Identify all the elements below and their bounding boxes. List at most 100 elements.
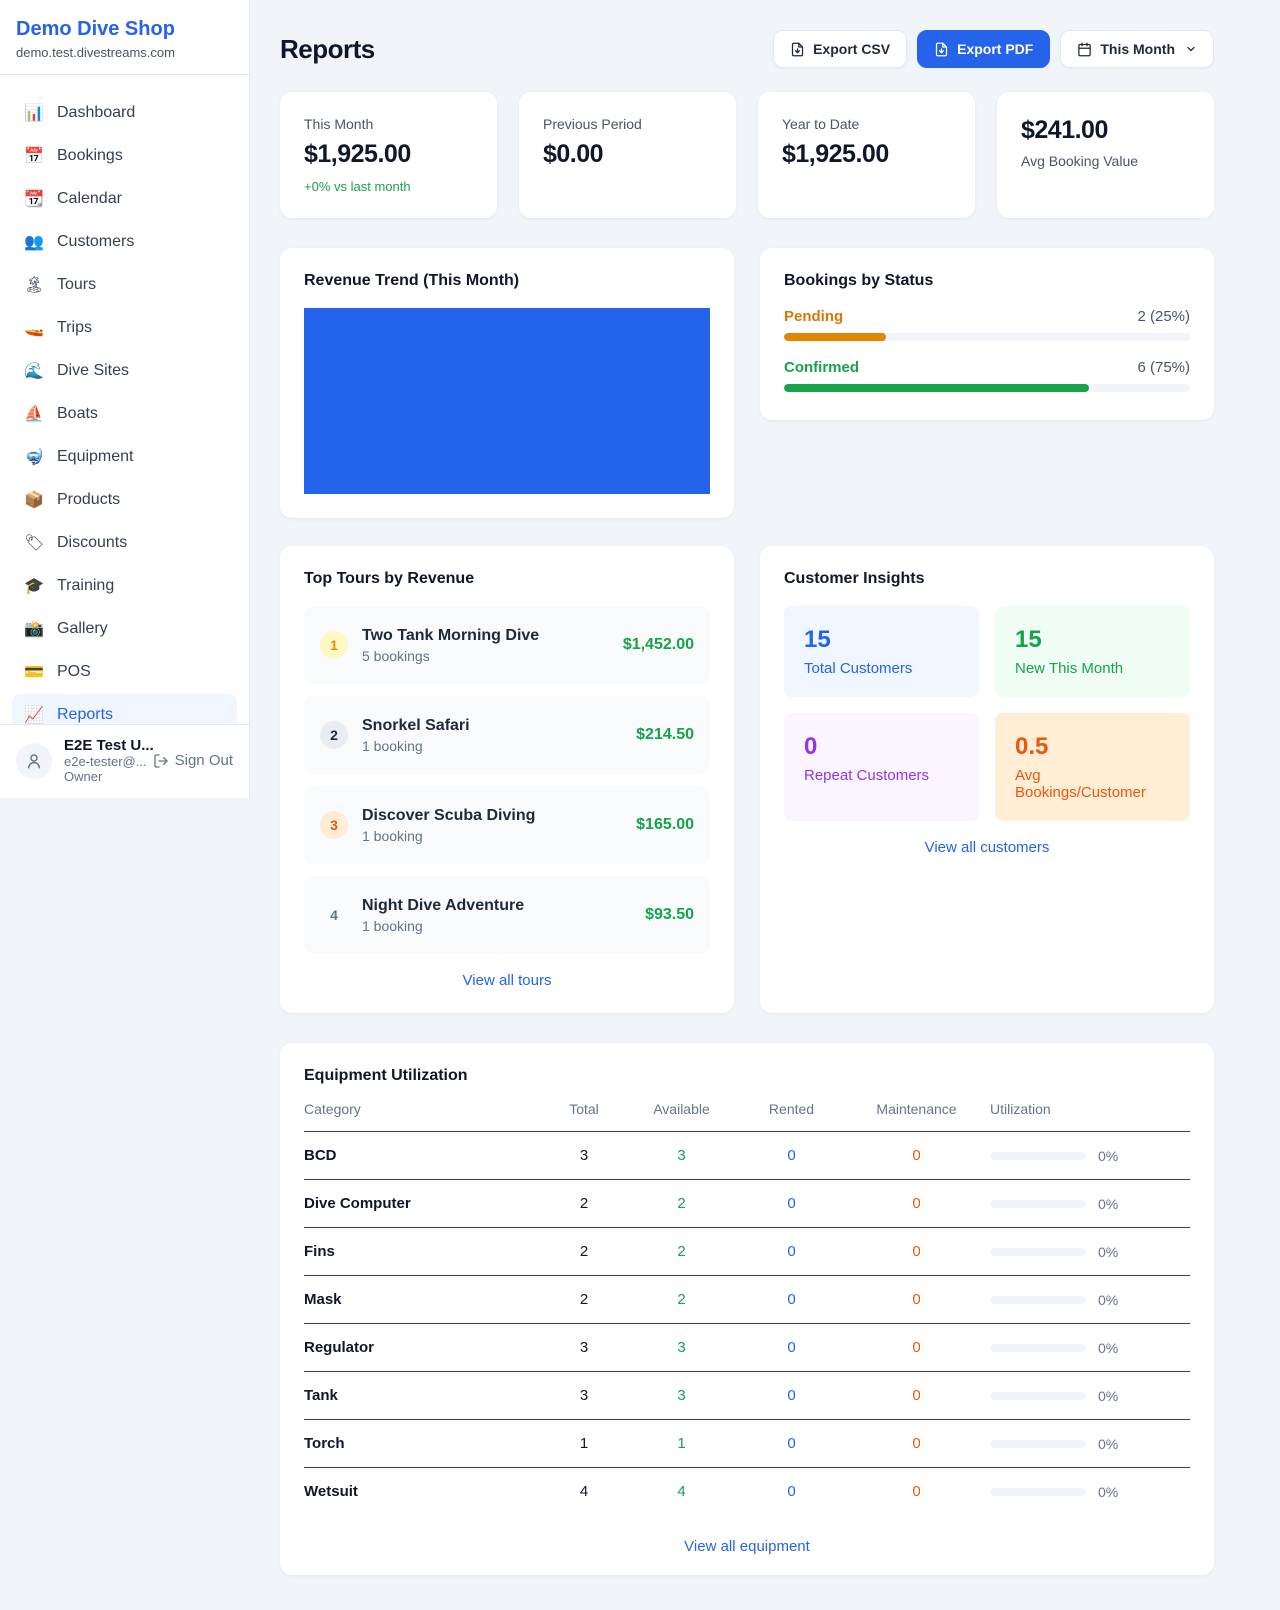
sidebar-item-label: Discounts — [57, 534, 127, 552]
stat-value: $241.00 — [1021, 116, 1190, 145]
cell-category: Wetsuit — [304, 1468, 539, 1516]
cell-available: 3 — [629, 1324, 734, 1372]
table-row: Regulator 3 3 0 0 0% — [304, 1324, 1190, 1372]
view-all-tours-link[interactable]: View all tours — [304, 972, 710, 989]
equipment-table: Category Total Available Rented Maintena… — [304, 1091, 1190, 1516]
cell-available: 3 — [629, 1132, 734, 1180]
list-item[interactable]: 2 Snorkel Safari 1 booking $214.50 — [304, 696, 710, 774]
bookings-by-status-title: Bookings by Status — [784, 272, 1190, 290]
tour-name: Discover Scuba Diving — [362, 807, 622, 825]
sidebar-item-equipment[interactable]: 🤿Equipment — [12, 436, 237, 478]
insight-label: Avg Bookings/Customer — [1015, 767, 1170, 801]
sidebar-item-calendar[interactable]: 📆Calendar — [12, 178, 237, 220]
utilization-bar — [990, 1344, 1086, 1352]
sidebar-item-gallery[interactable]: 📸Gallery — [12, 608, 237, 650]
col-header-total: Total — [539, 1091, 629, 1132]
sidebar-item-label: Boats — [57, 405, 98, 423]
revenue-trend-card: Revenue Trend (This Month) — [280, 248, 734, 518]
cell-rented: 0 — [734, 1420, 849, 1468]
rank-badge: 3 — [320, 811, 348, 839]
cell-available: 1 — [629, 1420, 734, 1468]
bookings-by-status-card: Bookings by Status Pending 2 (25%) Confi… — [760, 248, 1214, 420]
rank-badge: 1 — [320, 631, 348, 659]
sidebar-item-dashboard[interactable]: 📊Dashboard — [12, 92, 237, 134]
period-dropdown[interactable]: This Month — [1060, 30, 1214, 68]
sidebar-item-tours[interactable]: 🏝 Tours — [12, 264, 237, 306]
sidebar-item-label: Bookings — [57, 147, 123, 165]
calendar-icon — [1077, 42, 1092, 57]
sidebar-item-label: Customers — [57, 233, 134, 251]
cell-category: BCD — [304, 1132, 539, 1180]
sailboat-icon: ⛵ — [24, 404, 44, 424]
view-all-customers-link[interactable]: View all customers — [784, 839, 1190, 856]
sidebar-item-boats[interactable]: ⛵ Boats — [12, 393, 237, 435]
cell-maintenance: 0 — [849, 1276, 984, 1324]
tour-revenue: $165.00 — [636, 816, 694, 834]
utilization-bar — [990, 1488, 1086, 1496]
status-row-confirmed: Confirmed 6 (75%) — [784, 359, 1190, 392]
speedboat-icon: 🚤 — [24, 318, 44, 338]
tour-bookings: 5 bookings — [362, 648, 609, 664]
rank-badge: 2 — [320, 721, 348, 749]
list-item[interactable]: 3 Discover Scuba Diving 1 booking $165.0… — [304, 786, 710, 864]
col-header-utilization: Utilization — [984, 1091, 1190, 1132]
list-item[interactable]: 4 Night Dive Adventure 1 booking $93.50 — [304, 876, 710, 954]
insight-total-customers: 15 Total Customers — [784, 606, 979, 697]
cell-total: 4 — [539, 1468, 629, 1516]
cell-total: 2 — [539, 1228, 629, 1276]
insight-value: 15 — [1015, 626, 1170, 654]
brand-name[interactable]: Demo Dive Shop — [16, 16, 233, 42]
user-panel: E2E Test U... e2e-tester@... Owner Sign … — [0, 724, 249, 798]
table-row: BCD 3 3 0 0 0% — [304, 1132, 1190, 1180]
cell-rented: 0 — [734, 1132, 849, 1180]
sidebar-item-reports[interactable]: 📈Reports — [12, 694, 237, 724]
equipment-utilization-card: Equipment Utilization Category Total Ava… — [280, 1043, 1214, 1575]
insight-avg-bookings: 0.5 Avg Bookings/Customer — [995, 713, 1190, 821]
dashboard-icon: 📊 — [24, 103, 44, 123]
camera-icon: 📸 — [24, 619, 44, 639]
sidebar-item-discounts[interactable]: 🏷Discounts — [12, 522, 237, 564]
island-icon: 🏝 — [24, 275, 44, 295]
sidebar-item-label: Training — [57, 577, 114, 595]
tour-revenue: $93.50 — [645, 906, 694, 924]
insight-value: 0.5 — [1015, 733, 1170, 761]
list-item[interactable]: 1 Two Tank Morning Dive 5 bookings $1,45… — [304, 606, 710, 684]
cell-rented: 0 — [734, 1228, 849, 1276]
cell-utilization: 0% — [1098, 1196, 1118, 1212]
status-count: 2 (25%) — [1137, 308, 1190, 325]
export-pdf-button[interactable]: Export PDF — [917, 30, 1050, 68]
sidebar-item-bookings[interactable]: 📅Bookings — [12, 135, 237, 177]
person-icon — [25, 752, 43, 770]
stat-value: $1,925.00 — [782, 140, 951, 169]
sidebar-item-products[interactable]: 📦Products — [12, 479, 237, 521]
sign-out-button[interactable]: Sign Out — [153, 752, 233, 769]
cell-total: 3 — [539, 1372, 629, 1420]
sidebar-item-dive-sites[interactable]: 🌊Dive Sites — [12, 350, 237, 392]
cell-total: 1 — [539, 1420, 629, 1468]
chart-icon: 📈 — [24, 705, 44, 724]
cell-utilization: 0% — [1098, 1436, 1118, 1452]
tour-bookings: 1 booking — [362, 918, 631, 934]
revenue-trend-chart — [304, 308, 710, 494]
sidebar-item-trips[interactable]: 🚤Trips — [12, 307, 237, 349]
top-tours-card: Top Tours by Revenue 1 Two Tank Morning … — [280, 546, 734, 1013]
main-content: Reports Export CSV Export PDF This Month — [250, 0, 1280, 1575]
status-row-pending: Pending 2 (25%) — [784, 308, 1190, 341]
tour-bookings: 1 booking — [362, 738, 622, 754]
view-all-equipment-link[interactable]: View all equipment — [304, 1538, 1190, 1555]
utilization-bar — [990, 1200, 1086, 1208]
utilization-bar — [990, 1296, 1086, 1304]
insight-new-this-month: 15 New This Month — [995, 606, 1190, 697]
sidebar-item-customers[interactable]: 👥Customers — [12, 221, 237, 263]
sidebar-item-pos[interactable]: 💳POS — [12, 651, 237, 693]
tour-name: Snorkel Safari — [362, 717, 622, 735]
status-label: Pending — [784, 308, 843, 325]
sidebar-item-label: Tours — [57, 276, 96, 294]
cell-category: Dive Computer — [304, 1180, 539, 1228]
cell-total: 3 — [539, 1324, 629, 1372]
cell-category: Fins — [304, 1228, 539, 1276]
sidebar-item-training[interactable]: 🎓Training — [12, 565, 237, 607]
stat-card-previous-period: Previous Period $0.00 — [519, 92, 736, 218]
export-csv-button[interactable]: Export CSV — [773, 30, 907, 68]
cell-utilization: 0% — [1098, 1292, 1118, 1308]
